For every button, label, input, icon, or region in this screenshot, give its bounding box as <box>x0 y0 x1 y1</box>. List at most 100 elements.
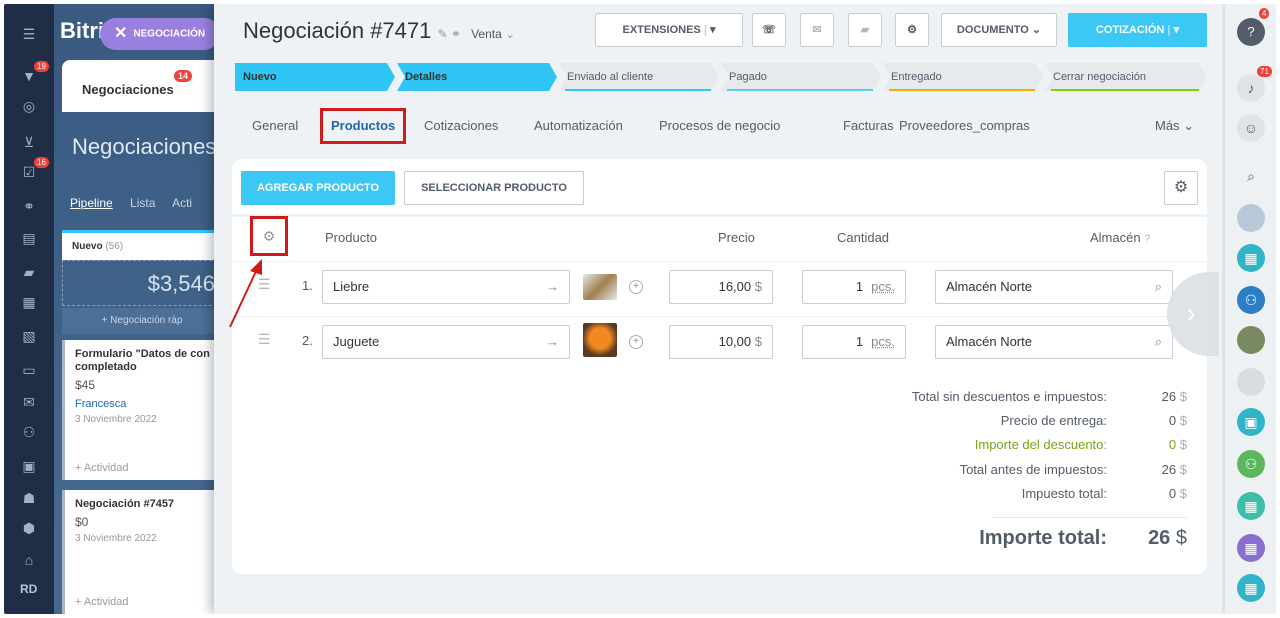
document-button[interactable]: DOCUMENTO ⌄ <box>941 13 1057 47</box>
flow-icon[interactable]: ⚭ <box>19 196 39 216</box>
chevron-down-icon: ⌄ <box>1031 24 1042 36</box>
stage-enviado[interactable]: Enviado al cliente <box>559 63 719 91</box>
messages-icon[interactable]: ☺ <box>1237 114 1265 142</box>
quick-deal-button[interactable]: + Negociación ráp <box>62 308 222 334</box>
product-name-field[interactable]: Juguete → <box>322 325 570 359</box>
arrow-right-icon[interactable]: → <box>546 271 559 303</box>
product-image[interactable] <box>583 274 617 300</box>
total-row: Importe del descuento: 0 $ <box>975 437 1187 452</box>
stage-detalles[interactable]: Detalles <box>397 63 557 91</box>
product-image[interactable] <box>583 323 617 357</box>
deal-card-price: $45 <box>75 378 96 392</box>
product-name-field[interactable]: Liebre → <box>322 270 570 304</box>
stage-label: Entregado <box>891 71 942 83</box>
email-button[interactable]: ✉ <box>800 13 834 47</box>
add-activity-link[interactable]: + Actividad <box>75 596 129 608</box>
phone-button[interactable]: ☏ <box>752 13 786 47</box>
groups-icon[interactable]: ⚇ <box>19 422 39 442</box>
chevron-down-icon: ⌄ <box>501 27 516 41</box>
quantity-value: 1 <box>855 279 864 294</box>
stage-entregado[interactable]: Entregado <box>883 63 1043 91</box>
menu-icon[interactable]: ☰ <box>19 24 39 44</box>
avatar[interactable] <box>1237 204 1265 232</box>
view-activities[interactable]: Acti <box>172 196 192 210</box>
chat-icon[interactable]: ▰ <box>19 262 39 282</box>
add-image-icon[interactable]: + <box>629 280 643 294</box>
calendar-icon[interactable]: ▦ <box>1237 244 1265 272</box>
cart-icon[interactable]: ⊻ <box>19 132 39 152</box>
calendar-icon[interactable]: ▦ <box>1237 574 1265 602</box>
add-activity-link[interactable]: + Actividad <box>75 462 129 474</box>
tab-facturas[interactable]: Facturas <box>843 108 894 144</box>
unit-selector[interactable]: pcs. <box>871 334 895 349</box>
drag-handle-icon[interactable]: ☰ <box>258 331 271 348</box>
quote-button[interactable]: COTIZACIÓN | ▾ <box>1068 13 1207 47</box>
deal-card[interactable]: Negociación #7457 $0 3 Noviembre 2022 + … <box>62 490 222 614</box>
help-icon[interactable]: ? <box>1237 18 1265 46</box>
select-product-button[interactable]: SELECCIONAR PRODUCTO <box>404 171 584 205</box>
price-field[interactable]: 16,00 $ <box>669 270 773 304</box>
group-icon[interactable]: ⚇ <box>1237 450 1265 478</box>
stage-label: Nuevo <box>243 71 277 83</box>
price-field[interactable]: 10,00 $ <box>669 325 773 359</box>
tab-proveedores[interactable]: Proveedores_compras <box>899 108 1030 144</box>
search-icon[interactable]: ⌕ <box>1155 326 1162 358</box>
avatar[interactable] <box>1237 368 1265 396</box>
home-icon[interactable]: ⌂ <box>19 550 39 570</box>
view-pipeline[interactable]: Pipeline <box>70 196 113 210</box>
column-settings-button[interactable]: ⚙ <box>250 216 288 256</box>
calendar-icon[interactable]: ▦ <box>1237 534 1265 562</box>
file-icon[interactable]: ▧ <box>19 326 39 346</box>
calendar-icon[interactable]: ▦ <box>1237 492 1265 520</box>
search-icon[interactable]: ⌕ <box>1237 162 1265 190</box>
box-icon[interactable]: ⬢ <box>19 518 39 538</box>
bell-icon[interactable]: ♪ <box>1237 74 1265 102</box>
quantity-field[interactable]: 1 pcs. <box>802 270 906 304</box>
chat-group-icon[interactable]: ⚇ <box>1237 286 1265 314</box>
target-icon[interactable]: ◎ <box>19 96 39 116</box>
stage-pagado[interactable]: Pagado <box>721 63 881 91</box>
quantity-field[interactable]: 1 pcs. <box>802 325 906 359</box>
stage-cerrar[interactable]: Cerrar negociación <box>1045 63 1207 91</box>
arrow-right-icon[interactable]: → <box>546 326 559 358</box>
search-icon[interactable]: ⌕ <box>1155 271 1162 303</box>
gear-icon: ⚙ <box>907 24 917 36</box>
user-initials[interactable]: RD <box>20 582 37 596</box>
settings-button[interactable]: ⚙ <box>895 13 929 47</box>
calendar-icon[interactable]: ▦ <box>19 292 39 312</box>
extensions-button[interactable]: EXTENSIONES | ▾ <box>595 13 743 47</box>
tab-automatizacion[interactable]: Automatización <box>534 108 623 144</box>
deal-card[interactable]: Formulario "Datos de con completado $45 … <box>62 340 222 480</box>
deal-card-person[interactable]: Francesca <box>75 398 222 410</box>
card-icon[interactable]: ▣ <box>1237 408 1265 436</box>
screen: ☰ ▼ 19 ◎ ⊻ ☑ 16 ⚭ ▤ ▰ ▦ ▧ ▭ ✉ ⚇ ▣ ☗ ⬢ ⌂ … <box>4 4 1276 614</box>
stage-nuevo[interactable]: Nuevo <box>235 63 395 91</box>
help-icon[interactable]: ? <box>1144 233 1150 245</box>
unit-selector[interactable]: pcs. <box>871 279 895 294</box>
edit-title-icon[interactable]: ✎ ⚭ <box>438 27 461 41</box>
add-product-button[interactable]: AGREGAR PRODUCTO <box>241 171 395 205</box>
tab-general[interactable]: General <box>252 108 298 144</box>
add-image-icon[interactable]: + <box>629 335 643 349</box>
tab-cotizaciones[interactable]: Cotizaciones <box>424 108 498 144</box>
close-slider-pill[interactable]: ✕ NEGOCIACIÓN <box>100 18 220 50</box>
deals-tab[interactable]: Negociaciones 14 <box>62 60 222 112</box>
warehouse-field[interactable]: Almacén Norte ⌕ <box>935 270 1173 304</box>
tab-more[interactable]: Más ⌄ <box>1155 108 1194 144</box>
deal-type[interactable]: Venta <box>471 27 502 41</box>
stage-color <box>889 89 1035 91</box>
chat-button[interactable]: ▰ <box>848 13 882 47</box>
card-icon[interactable]: ▣ <box>19 456 39 476</box>
deal-tabs: General Productos Cotizaciones Automatiz… <box>235 108 1207 144</box>
total-row: Impuesto total: 0 $ <box>1022 486 1187 501</box>
mail-icon[interactable]: ✉ <box>19 392 39 412</box>
drive-icon[interactable]: ▭ <box>19 360 39 380</box>
robot-icon[interactable]: ☗ <box>19 488 39 508</box>
panel-settings-button[interactable]: ⚙ <box>1164 171 1198 205</box>
view-list[interactable]: Lista <box>130 196 155 210</box>
tab-productos[interactable]: Productos <box>320 108 407 144</box>
tab-procesos[interactable]: Procesos de negocio <box>659 108 780 144</box>
warehouse-field[interactable]: Almacén Norte ⌕ <box>935 325 1173 359</box>
avatar[interactable] <box>1237 326 1265 354</box>
document-icon[interactable]: ▤ <box>19 228 39 248</box>
